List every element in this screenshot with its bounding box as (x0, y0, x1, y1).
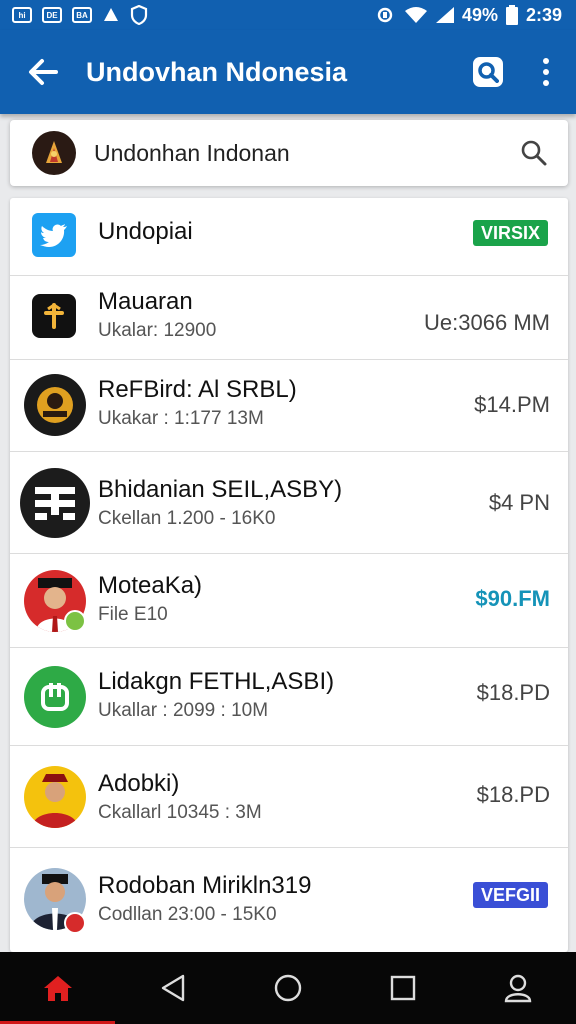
home-icon (43, 976, 72, 1001)
list-item[interactable]: Lidakgn FETHL,ASBI) Ukallar : 2099 : 10M… (10, 648, 568, 746)
page-title: Undovhan Ndonesia (86, 56, 348, 87)
list-item[interactable]: Mauaran Ukalar: 12900 Ue:3066 MM (10, 276, 568, 360)
search-icon[interactable] (514, 133, 554, 173)
item-value: Ue:3066 MM (424, 310, 550, 335)
avatar (24, 766, 86, 828)
item-text: Adobki) Ckallarl 10345 : 3M (98, 770, 262, 824)
signal-icon (435, 7, 454, 23)
item-text: Lidakgn FETHL,ASBI) Ukallar : 2099 : 10M (98, 668, 334, 722)
app-list: Undopiai VIRSIX Mauaran Ukalar: 12900 Ue… (10, 198, 568, 952)
alert-icon (104, 8, 118, 21)
item-title: MoteaKa) (98, 572, 203, 599)
list-item[interactable]: ReFBird: Al SRBL) Ukakar : 1:177 13M $14… (10, 360, 568, 452)
status-bar: hi DE BA 49% 2:39 (0, 0, 576, 30)
app-icon (24, 666, 86, 728)
item-value: $90.FM (475, 586, 550, 611)
back-button[interactable] (0, 30, 86, 114)
item-value: $18.PD (476, 782, 550, 807)
app-logo (32, 131, 76, 175)
shield-icon (130, 5, 148, 25)
status-indicators: 49% 2:39 (374, 5, 562, 26)
more-dot (543, 58, 549, 64)
item-subtitle: Ukalar: 12900 (98, 320, 217, 341)
battery-icon (505, 5, 518, 25)
version-badge: VIRSIX (472, 220, 548, 246)
recents-button[interactable] (346, 952, 461, 1024)
list-item[interactable]: Rodoban Mirikln319 Codllan 23:00 - 15K0 … (10, 848, 568, 952)
item-value: $14.PM (474, 392, 550, 417)
item-subtitle: Codllan 23:00 - 15K0 (98, 904, 277, 925)
badge-icon (64, 610, 86, 632)
item-text: Rodoban Mirikln319 Codllan 23:00 - 15K0 (98, 872, 311, 926)
item-subtitle: Ckallarl 10345 : 3M (98, 802, 262, 823)
item-title: Mauaran (98, 288, 193, 315)
notification-icon: DE (42, 7, 62, 23)
item-value: $4 PN (488, 490, 550, 515)
list-item[interactable]: Undopiai VIRSIX (10, 198, 568, 276)
more-options-button[interactable] (516, 30, 576, 114)
item-title: Adobki) (98, 770, 180, 797)
app-icon (24, 374, 86, 436)
profile-button[interactable] (461, 952, 576, 1024)
item-text: Bhidanian SEIL,ASBY) Ckellan 1.200 - 16K… (98, 476, 342, 530)
item-subtitle: Ukakar : 1:177 13M (98, 408, 264, 429)
more-dot (543, 69, 549, 75)
person-icon (505, 974, 532, 1003)
item-title: Undopiai (98, 218, 193, 245)
item-text: MoteaKa) File E10 (98, 572, 202, 626)
item-text: Undopiai (98, 218, 193, 246)
item-text: ReFBird: Al SRBL) Ukakar : 1:177 13M (98, 376, 297, 430)
list-item[interactable]: Bhidanian SEIL,ASBY) Ckellan 1.200 - 16K… (10, 452, 568, 554)
badge-icon (64, 912, 86, 934)
item-subtitle: Ckellan 1.200 - 16K0 (98, 508, 276, 529)
version-badge: VEFGII (472, 882, 548, 908)
item-subtitle: Ukallar : 2099 : 10M (98, 700, 269, 721)
navigation-bar (0, 952, 576, 1024)
item-subtitle: File E10 (98, 604, 168, 625)
back-triangle-icon (161, 974, 184, 1002)
home-button[interactable] (0, 952, 116, 1024)
app-bar: Undovhan Ndonesia (0, 30, 576, 114)
wifi-icon (404, 7, 427, 23)
search-button[interactable] (460, 44, 516, 100)
vibrate-icon (377, 7, 393, 23)
circle-icon (274, 974, 302, 1002)
battery-level: 49% (461, 4, 498, 25)
app-icon (20, 468, 90, 538)
square-icon (391, 975, 416, 1001)
more-dot (543, 80, 549, 86)
back-arrow-icon (29, 59, 58, 85)
search-field[interactable]: Undonhan Indonan (10, 120, 568, 186)
notification-icon: BA (72, 7, 92, 23)
list-item[interactable]: Adobki) Ckallarl 10345 : 3M $18.PD (10, 746, 568, 848)
back-nav-button[interactable] (115, 952, 230, 1024)
item-text: Mauaran Ukalar: 12900 (98, 288, 216, 342)
search-input[interactable]: Undonhan Indonan (94, 140, 514, 167)
home-nav-button[interactable] (230, 952, 345, 1024)
twitter-icon (32, 213, 76, 257)
item-title: ReFBird: Al SRBL) (98, 376, 297, 403)
notification-icon: hi (12, 7, 32, 23)
notification-icons: hi DE BA (12, 5, 148, 25)
item-title: Rodoban Mirikln319 (98, 872, 312, 899)
app-icon (32, 294, 76, 338)
item-title: Lidakgn FETHL,ASBI) (98, 668, 335, 695)
clock: 2:39 (525, 4, 562, 25)
item-value: $18.PD (476, 680, 550, 705)
item-title: Bhidanian SEIL,ASBY) (98, 476, 343, 503)
search-icon (473, 57, 503, 87)
list-item[interactable]: MoteaKa) File E10 $90.FM (10, 554, 568, 648)
